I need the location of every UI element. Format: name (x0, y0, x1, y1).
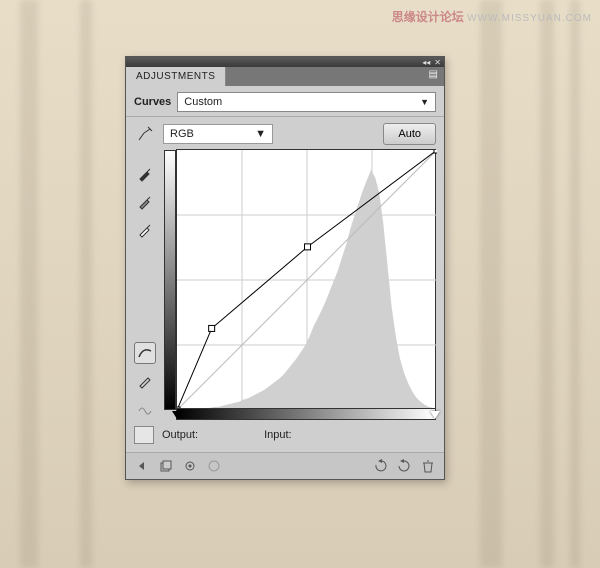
input-label: Input: (264, 429, 292, 441)
collapse-icon[interactable]: ◂◂ (422, 58, 430, 67)
adjustments-panel: ◂◂ ✕ ADJUSTMENTS ▤ Curves Custom ▼ RG (125, 56, 445, 480)
tab-adjustments[interactable]: ADJUSTMENTS (126, 67, 226, 86)
clip-icon[interactable] (204, 457, 224, 475)
io-row: Output: Input: (126, 422, 444, 452)
preset-row: Curves Custom ▼ (126, 86, 444, 117)
new-layer-icon[interactable] (156, 457, 176, 475)
channel-value: RGB (170, 128, 194, 140)
channel-row: RGB ▼ Auto (163, 123, 436, 145)
pencil-mode-icon[interactable] (134, 370, 156, 392)
tool-column (134, 123, 157, 420)
white-eyedropper-icon[interactable] (134, 219, 156, 241)
auto-button[interactable]: Auto (383, 123, 436, 145)
visibility-icon[interactable] (180, 457, 200, 475)
watermark-cn: 思缘设计论坛 (392, 10, 464, 24)
output-label: Output: (162, 429, 198, 441)
channel-select[interactable]: RGB ▼ (163, 124, 273, 144)
curves-label: Curves (134, 96, 171, 108)
curve-point[interactable] (305, 244, 311, 250)
preset-select[interactable]: Custom ▼ (177, 92, 436, 112)
back-icon[interactable] (132, 457, 152, 475)
panel-titlebar: ◂◂ ✕ (126, 57, 444, 67)
black-point-slider[interactable] (172, 411, 182, 419)
close-icon[interactable]: ✕ (434, 58, 441, 67)
smooth-icon[interactable] (134, 398, 156, 420)
black-eyedropper-icon[interactable] (134, 163, 156, 185)
curve-mode-icon[interactable] (134, 342, 156, 364)
curve-point[interactable] (209, 325, 215, 331)
gray-eyedropper-icon[interactable] (134, 191, 156, 213)
white-point-slider[interactable] (430, 411, 440, 419)
curves-graph[interactable] (176, 149, 436, 409)
panel-tabs: ADJUSTMENTS ▤ (126, 67, 444, 86)
trash-icon[interactable] (418, 457, 438, 475)
input-gradient-strip (176, 408, 436, 420)
reset-icon[interactable] (394, 457, 414, 475)
watermark: 思缘设计论坛 WWW.MISSYUAN.COM (392, 8, 592, 25)
curve-point[interactable] (434, 150, 437, 153)
clip-toggle-icon[interactable] (134, 426, 154, 444)
output-gradient-strip (164, 150, 176, 410)
panel-footer (126, 452, 444, 479)
watermark-url: WWW.MISSYUAN.COM (467, 13, 592, 24)
chevron-down-icon: ▼ (420, 97, 429, 107)
targeted-adjust-tool-icon[interactable] (134, 123, 156, 145)
preset-value: Custom (184, 96, 222, 108)
previous-state-icon[interactable] (370, 457, 390, 475)
panel-menu-icon[interactable]: ▤ (423, 67, 444, 86)
chevron-down-icon: ▼ (255, 128, 266, 140)
